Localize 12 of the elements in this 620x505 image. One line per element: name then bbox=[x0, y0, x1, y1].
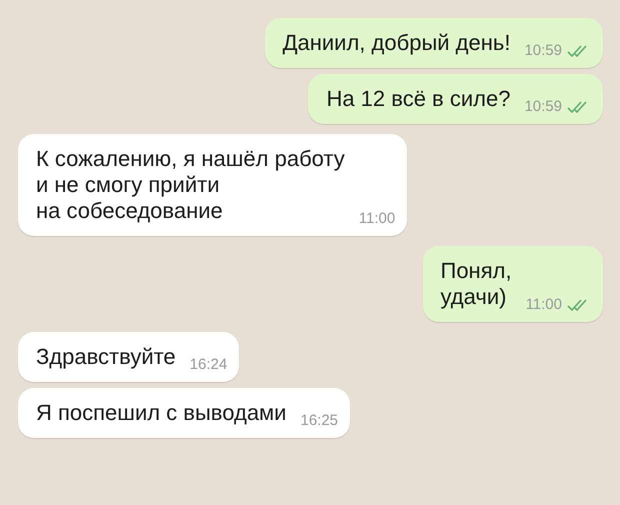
message-time: 16:25 bbox=[300, 412, 338, 429]
message-time: 10:59 bbox=[524, 98, 562, 115]
message-text: Здравствуйте bbox=[36, 344, 176, 370]
message-text: Даниил, добрый день! bbox=[282, 30, 510, 56]
message-text: Понял, удачи) bbox=[440, 258, 512, 310]
message-time: 16:24 bbox=[190, 356, 228, 373]
message-time: 11:00 bbox=[526, 296, 562, 313]
message-text: Я поспешил с выводами bbox=[36, 400, 286, 426]
message-time: 11:00 bbox=[358, 210, 396, 227]
message-text: К сожалению, я нашёл работу и не смогу прийти на собеседование bbox=[36, 146, 345, 224]
message-text: На 12 всё в силе? bbox=[326, 86, 510, 112]
message-time: 10:59 bbox=[524, 42, 562, 59]
